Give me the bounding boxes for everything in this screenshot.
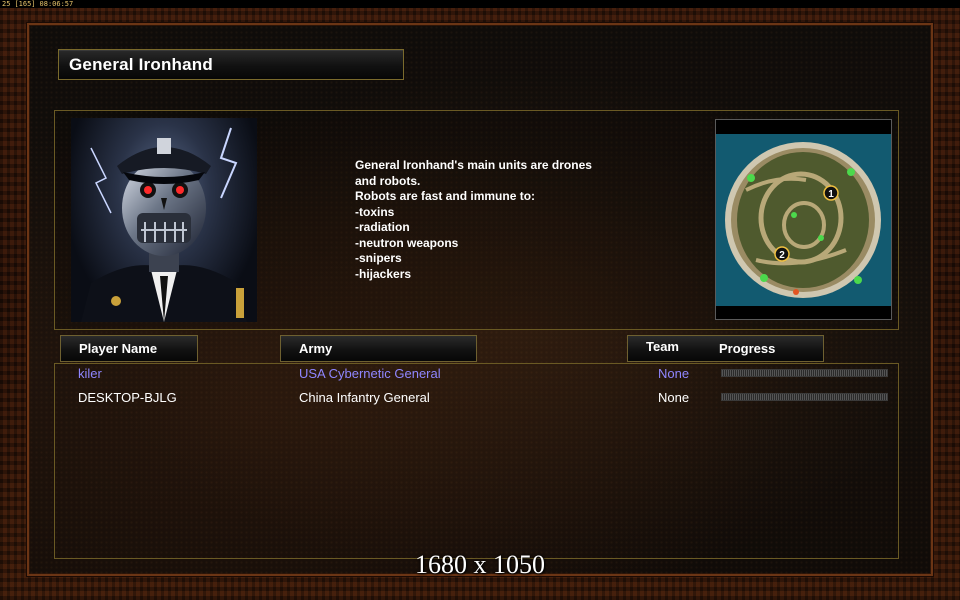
map-preview[interactable]: 1 2 [715, 119, 892, 320]
player-name-header-label: Player Name [79, 341, 158, 356]
player-team: None [658, 366, 690, 381]
frame-counter: [165] [14, 0, 36, 8]
player-row: DESKTOP-BJLG China Infantry General None [55, 389, 898, 411]
status-bar: 25 [165] 08:06:57 [0, 0, 960, 8]
player-progress-bar [721, 393, 888, 401]
players-list: kiler USA Cybernetic General None DESKTO… [54, 363, 899, 559]
start-position-2-label: 2 [779, 250, 785, 261]
player-progress-bar [721, 369, 888, 377]
column-header-army: Army [280, 335, 477, 362]
start-position-1-label: 1 [828, 189, 834, 200]
team-header-label: Team [646, 339, 679, 354]
general-description: General Ironhand's main units are drones… [355, 158, 592, 281]
player-name: DESKTOP-BJLG [78, 390, 177, 405]
column-header-team-progress: Team Progress [627, 335, 824, 362]
player-name: kiler [78, 366, 102, 381]
player-team: None [658, 390, 690, 405]
fps-readout: 25 [2, 0, 11, 8]
army-header-label: Army [299, 341, 333, 356]
progress-header-label: Progress [719, 341, 776, 356]
player-row: kiler USA Cybernetic General None [55, 365, 898, 387]
general-portrait [71, 118, 257, 322]
player-army: China Infantry General [299, 390, 430, 405]
clock: 08:06:57 [39, 0, 74, 8]
player-army: USA Cybernetic General [299, 366, 441, 381]
resolution-watermark: 1680 x 1050 [415, 550, 545, 579]
column-header-player-name: Player Name [60, 335, 198, 362]
general-info-panel: General Ironhand's main units are drones… [54, 110, 899, 330]
general-title-box: General Ironhand [58, 49, 404, 80]
general-name: General Ironhand [69, 55, 213, 74]
